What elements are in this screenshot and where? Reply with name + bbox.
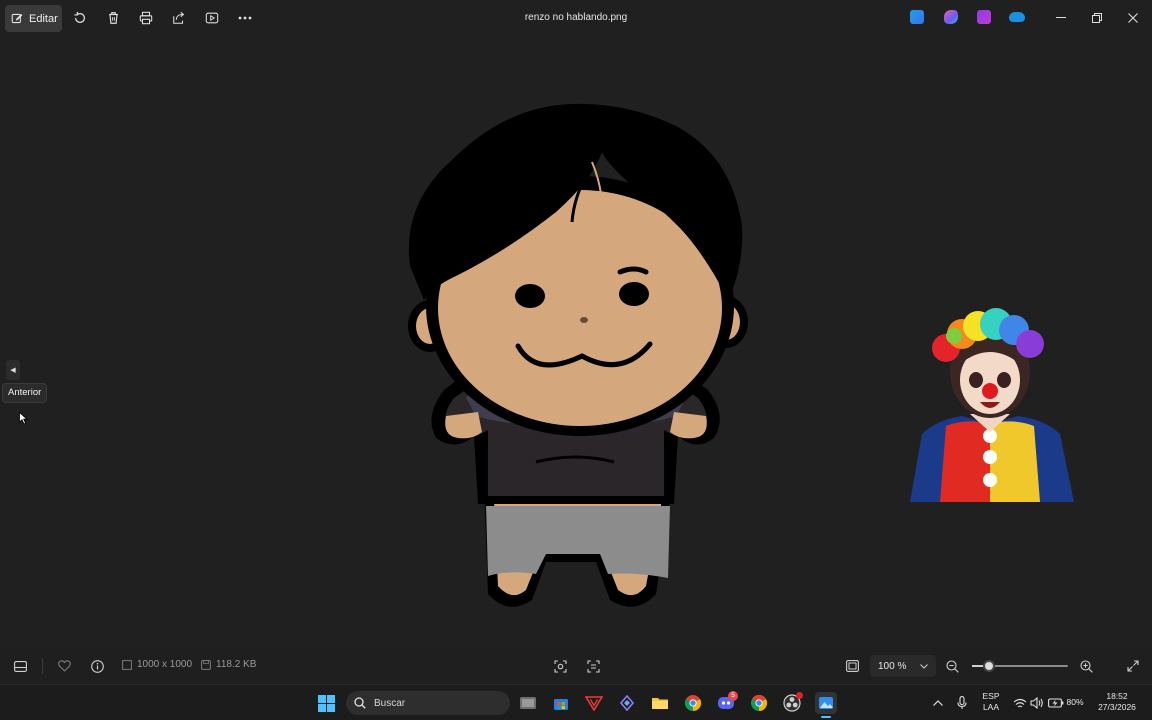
previous-tooltip: Anterior [2,383,48,403]
zoom-in-button[interactable] [1078,658,1094,674]
zoom-in-icon [1079,659,1093,673]
search-placeholder: Buscar [374,697,406,709]
start-button[interactable] [316,693,336,713]
previous-button[interactable]: ◀ [6,360,20,380]
file-info-button[interactable] [89,658,105,674]
heart-icon [57,660,71,672]
active-app-indicator [821,716,831,718]
zoom-value: 100 % [878,660,907,672]
chevron-down-icon [920,663,928,669]
discord-badge: 5 [728,691,738,701]
chrome-profile-button[interactable] [749,693,769,713]
top-toolbar: Editar renzo no hablando.png [0,0,1152,36]
file-explorer-button[interactable] [650,693,670,713]
microphone-icon [957,696,967,709]
clown-avatar-overlay [910,308,1074,502]
language-bottom: LAA [982,702,1000,712]
filmstrip-toggle[interactable] [12,658,28,674]
minimize-button[interactable] [1046,8,1076,28]
zoom-dropdown[interactable]: 100 % [870,655,936,677]
vivaldi-app-button[interactable] [584,693,604,713]
wifi-icon [1013,698,1027,707]
show-hidden-icons-button[interactable] [928,693,948,713]
folder-icon [652,698,668,709]
file-size: 118.2 KB [201,659,256,670]
chrome-profile-icon [751,694,768,712]
microphone-button[interactable] [952,693,972,713]
mouse-cursor-icon [19,412,28,425]
onedrive-icon[interactable] [1009,12,1025,22]
fit-window-icon [845,660,859,672]
language-top: ESP [982,691,1000,701]
close-button[interactable] [1118,8,1148,28]
expand-icon [1127,660,1139,672]
dimensions-text: 1000 x 1000 [137,659,193,670]
image-canvas: ◀ Anterior [0,36,1152,648]
dimensions-icon [122,659,132,670]
store-icon [554,699,568,710]
copilot-icon[interactable] [944,10,958,24]
diamond-app-icon [620,695,634,711]
battery-charging-icon [1048,698,1064,708]
chrome-button[interactable] [683,693,703,713]
clipchamp-icon[interactable] [977,10,991,24]
volume-icon [1030,697,1043,709]
task-view-button[interactable] [518,693,538,713]
visual-search-button[interactable] [552,658,568,674]
zoom-out-button[interactable] [944,658,960,674]
save-size-icon [201,659,211,670]
chevron-up-icon [933,700,943,706]
restore-icon [1092,13,1102,23]
zoom-slider[interactable] [972,660,1068,672]
battery-percentage: 80% [1066,697,1084,707]
text-scan-button[interactable] [585,658,601,674]
restore-button[interactable] [1082,8,1112,28]
image-editor-icon[interactable] [910,10,924,24]
vivaldi-icon [585,696,603,711]
clock-time: 18:52 [1106,691,1128,701]
visual-search-icon [553,659,567,673]
clock-date: 27/3/2026 [1098,702,1136,712]
divider [42,658,43,674]
image-dimensions: 1000 x 1000 [122,659,192,670]
close-icon [1128,13,1138,23]
store-button[interactable] [551,693,571,713]
clock[interactable]: 18:52 27/3/2026 [1092,691,1142,713]
volume-button[interactable] [1027,693,1047,713]
favorite-button[interactable] [56,658,72,674]
chevron-left-icon: ◀ [10,367,16,374]
filmstrip-icon [13,660,27,672]
dev-tool-button[interactable] [617,693,637,713]
task-view-icon [520,697,536,709]
zoom-slider-thumb[interactable] [983,660,995,672]
file-size-text: 118.2 KB [216,659,257,670]
recording-dot [796,692,803,699]
windows-logo-icon [317,694,335,712]
scan-text-icon [586,659,600,673]
minimize-icon [1056,17,1066,18]
photos-app-button[interactable] [815,692,837,718]
taskbar: Buscar 5 ESP LAA 80% 18:52 27/3/2026 [0,684,1152,720]
language-indicator[interactable]: ESP LAA [980,691,1002,713]
battery-button[interactable] [1046,693,1066,713]
discord-button[interactable]: 5 [716,691,738,713]
photos-icon [819,697,833,709]
fit-to-window-button[interactable] [844,658,860,674]
zoom-out-icon [945,659,959,673]
character-image[interactable] [396,86,756,622]
status-bar: 1000 x 1000 118.2 KB 100 % [0,648,1152,684]
info-icon [90,659,104,673]
taskbar-search[interactable]: Buscar [346,691,510,715]
obs-button[interactable] [782,692,803,713]
chrome-icon [684,695,702,712]
fullscreen-button[interactable] [1125,658,1141,674]
search-icon [354,697,366,709]
